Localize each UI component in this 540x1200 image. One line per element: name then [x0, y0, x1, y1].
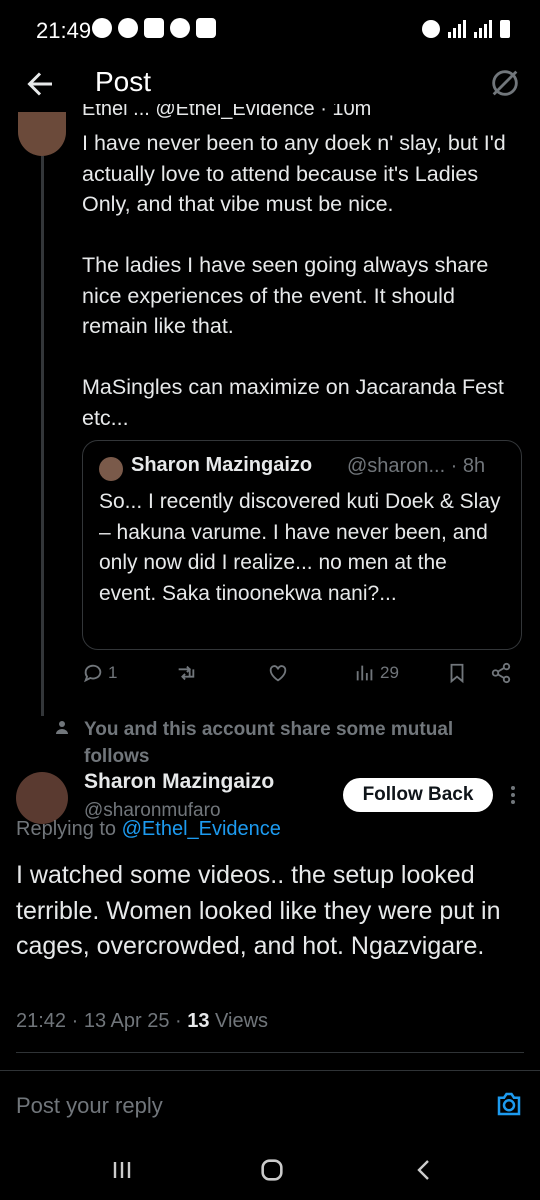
share-button[interactable] — [490, 662, 512, 684]
reply-avatar[interactable] — [16, 772, 68, 824]
battery-icon — [500, 20, 510, 38]
signal-icon — [448, 20, 466, 38]
status-time: 21:49 — [36, 18, 92, 43]
person-icon — [56, 721, 68, 734]
alert-icon — [118, 18, 138, 38]
repost-icon — [178, 665, 195, 681]
quote-text: So... I recently discovered kuti Doek & … — [99, 490, 501, 605]
share-icon — [491, 662, 511, 684]
back-arrow-icon[interactable] — [22, 66, 58, 102]
reply-button[interactable]: 1 — [82, 662, 117, 684]
home-icon[interactable] — [258, 1156, 286, 1184]
bookmark-button[interactable] — [446, 662, 468, 684]
page-title: Post — [95, 66, 152, 97]
notification-icons — [92, 18, 216, 38]
post-text: I have never been to any doek n' slay, b… — [82, 131, 506, 430]
status-bar: 21:49 — [0, 0, 540, 62]
action-bar: 1 29 — [82, 662, 522, 696]
heart-outline-icon — [269, 665, 287, 682]
quote-author-handle: @sharon... · 8h — [347, 455, 486, 477]
reply-input[interactable]: Post your reply — [16, 1093, 163, 1119]
hotspot-icon — [422, 20, 440, 38]
follow-back-button[interactable]: Follow Back — [343, 778, 493, 812]
reply-text: I watched some videos.. the setup looked… — [16, 861, 501, 960]
youtube-icon — [196, 18, 216, 38]
back-nav-icon[interactable] — [412, 1156, 436, 1184]
replying-to: Replying to @Ethel_Evidence — [16, 818, 281, 840]
like-button[interactable] — [266, 662, 290, 684]
whatsapp-icon — [92, 18, 112, 38]
post-meta: 21:42 · 13 Apr 25 · 13 Views — [16, 1010, 269, 1032]
quote-avatar — [99, 457, 123, 481]
signal2-icon — [474, 20, 492, 38]
bookmark-icon — [450, 663, 464, 684]
mention-link[interactable]: @Ethel_Evidence — [122, 818, 281, 840]
post-author-cut: Ethel ... @Ethel_Evidence · 10m — [82, 104, 372, 120]
avatar[interactable] — [18, 112, 66, 156]
thread-line — [41, 156, 44, 716]
recents-icon[interactable] — [110, 1158, 134, 1182]
grok-icon[interactable] — [488, 66, 522, 100]
divider — [16, 1052, 524, 1053]
reply-count: 1 — [108, 663, 118, 682]
lock-icon — [144, 18, 164, 38]
system-nav-bar — [0, 1140, 540, 1200]
quote-author-name: Sharon Mazingaizo — [131, 454, 313, 476]
views-button[interactable]: 29 — [354, 662, 399, 684]
reply-composer[interactable]: Post your reply — [0, 1070, 540, 1137]
views-icon — [356, 665, 373, 681]
reply-icon — [83, 664, 102, 683]
camera-icon[interactable] — [494, 1089, 524, 1119]
reply-author-name[interactable]: Sharon Mazingaizo — [84, 770, 274, 794]
more-options-icon[interactable] — [507, 783, 519, 807]
repost-button[interactable] — [174, 662, 198, 684]
system-icons — [422, 20, 510, 38]
quote-tweet[interactable]: Sharon Mazingaizo @sharon... · 8h So... … — [82, 440, 522, 650]
views-count: 29 — [380, 663, 399, 682]
heart-icon — [170, 18, 190, 38]
top-bar: Post — [0, 62, 540, 106]
